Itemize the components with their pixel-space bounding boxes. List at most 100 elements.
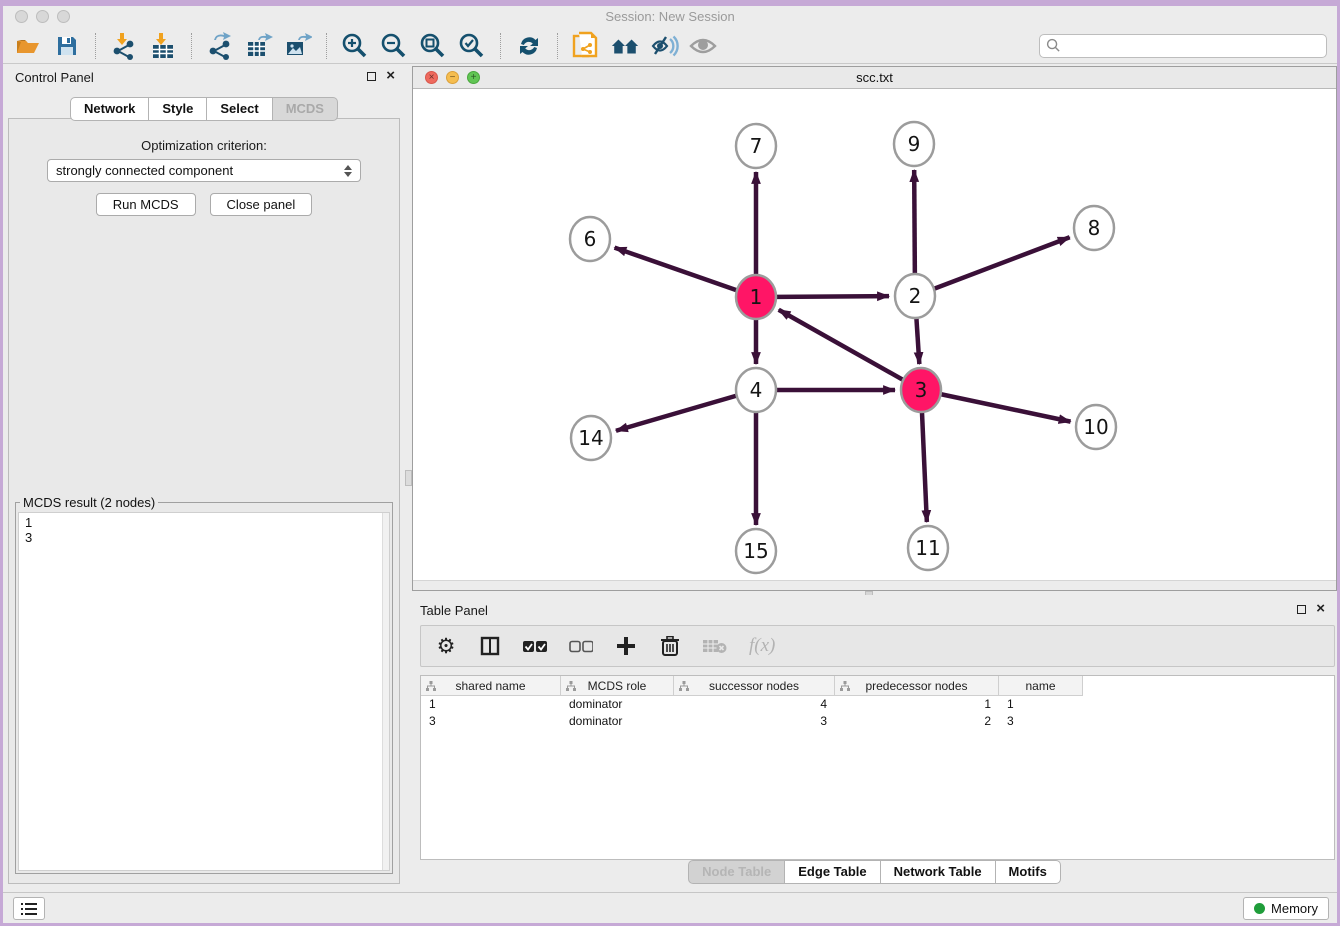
hide-selected-icon[interactable] <box>649 31 679 61</box>
table-cell[interactable]: 4 <box>674 696 835 713</box>
table-panel-controls: × <box>1297 603 1325 615</box>
table-cell[interactable]: 3 <box>674 713 835 730</box>
mcds-result-title: MCDS result (2 nodes) <box>20 495 158 510</box>
svg-text:11: 11 <box>915 536 940 560</box>
splitter-grip[interactable] <box>405 470 412 486</box>
table-cell[interactable]: dominator <box>561 713 674 730</box>
vertical-splitter[interactable] <box>405 64 412 886</box>
column-header-predecessor-nodes[interactable]: predecessor nodes <box>835 676 999 696</box>
tab-mcds[interactable]: MCDS <box>273 97 338 121</box>
svg-text:14: 14 <box>578 426 603 450</box>
import-table-icon[interactable] <box>148 31 178 61</box>
deselect-all-icon[interactable] <box>569 634 593 658</box>
zoom-out-icon[interactable] <box>379 31 409 61</box>
column-header-name[interactable]: name <box>999 676 1083 696</box>
zoom-fit-icon[interactable] <box>418 31 448 61</box>
open-session-icon[interactable] <box>13 31 43 61</box>
node-6[interactable]: 6 <box>570 217 610 261</box>
table-cell[interactable]: dominator <box>561 696 674 713</box>
node-2[interactable]: 2 <box>895 274 935 318</box>
delete-column-icon <box>703 634 727 658</box>
mcds-buttons: Run MCDS Close panel <box>9 193 399 216</box>
delete-row-icon[interactable] <box>659 634 681 658</box>
show-all-icon <box>688 31 718 61</box>
node-3[interactable]: 3 <box>901 368 941 412</box>
zoom-in-icon[interactable] <box>340 31 370 61</box>
node-10[interactable]: 10 <box>1076 405 1116 449</box>
export-table-icon[interactable] <box>244 31 274 61</box>
function-builder-icon: f(x) <box>749 634 775 658</box>
column-header-MCDS-role[interactable]: MCDS role <box>561 676 674 696</box>
zoom-selected-icon[interactable] <box>457 31 487 61</box>
table-row[interactable]: 1dominator411 <box>421 696 1334 713</box>
table-cell[interactable]: 3 <box>421 713 561 730</box>
import-network-icon[interactable] <box>109 31 139 61</box>
edge-3-1[interactable] <box>779 310 921 390</box>
optimization-criterion-label: Optimization criterion: <box>9 138 399 153</box>
tab-motifs[interactable]: Motifs <box>996 860 1061 884</box>
tab-network-table[interactable]: Network Table <box>881 860 996 884</box>
task-history-button[interactable] <box>13 897 45 920</box>
edge-1-6[interactable] <box>615 248 756 297</box>
result-scrollbar[interactable] <box>382 513 389 870</box>
node-1[interactable]: 1 <box>736 275 776 319</box>
node-9[interactable]: 9 <box>894 122 934 166</box>
node-table[interactable]: shared nameMCDS rolesuccessor nodesprede… <box>420 675 1335 860</box>
column-header-successor-nodes[interactable]: successor nodes <box>674 676 835 696</box>
refresh-layout-icon[interactable] <box>514 31 544 61</box>
control-panel-tabs: NetworkStyleSelectMCDS <box>3 97 405 121</box>
table-cell[interactable]: 1 <box>999 696 1083 713</box>
edge-2-8[interactable] <box>915 237 1070 296</box>
memory-button[interactable]: Memory <box>1243 897 1329 920</box>
column-header-shared-name[interactable]: shared name <box>421 676 561 696</box>
close-panel-button[interactable]: Close panel <box>210 193 313 216</box>
status-bar: Memory <box>3 892 1337 923</box>
cytoscape-window: Session: New Session <box>3 6 1337 923</box>
export-image-icon[interactable] <box>283 31 313 61</box>
network-view-window: × − + scc.txt 7968124314101511 <box>412 66 1337 591</box>
node-8[interactable]: 8 <box>1074 206 1114 250</box>
select-all-icon[interactable] <box>523 634 547 658</box>
edge-4-14[interactable] <box>616 390 756 431</box>
search-input[interactable] <box>1065 38 1320 53</box>
tab-network[interactable]: Network <box>70 97 149 121</box>
table-cell[interactable]: 1 <box>421 696 561 713</box>
run-mcds-button[interactable]: Run MCDS <box>96 193 196 216</box>
network-canvas[interactable]: 7 9 6 8 1 2 4 3 14 10 15 11 <box>413 89 1336 580</box>
settings-gear-icon[interactable]: ⚙ <box>435 634 457 658</box>
memory-label: Memory <box>1271 901 1318 916</box>
node-15[interactable]: 15 <box>736 529 776 573</box>
node-4[interactable]: 4 <box>736 368 776 412</box>
tab-node-table[interactable]: Node Table <box>688 860 785 884</box>
close-table-panel-icon[interactable]: × <box>1316 603 1325 615</box>
export-network-icon[interactable] <box>205 31 235 61</box>
table-cell[interactable]: 2 <box>835 713 999 730</box>
float-panel-icon[interactable] <box>367 72 376 81</box>
tab-style[interactable]: Style <box>149 97 207 121</box>
table-panel-tabs: Node TableEdge TableNetwork TableMotifs <box>412 860 1337 884</box>
node-11[interactable]: 11 <box>908 526 948 570</box>
tab-edge-table[interactable]: Edge Table <box>785 860 880 884</box>
show-column-panel-icon[interactable] <box>479 634 501 658</box>
svg-text:7: 7 <box>750 134 763 158</box>
node-7[interactable]: 7 <box>736 124 776 168</box>
memory-status-icon <box>1254 903 1265 914</box>
table-cell[interactable]: 3 <box>999 713 1083 730</box>
create-column-icon[interactable] <box>615 634 637 658</box>
float-table-panel-icon[interactable] <box>1297 605 1306 614</box>
table-cell[interactable]: 1 <box>835 696 999 713</box>
first-neighbors-icon[interactable] <box>610 31 640 61</box>
node-14[interactable]: 14 <box>571 416 611 460</box>
mcds-result-group: MCDS result (2 nodes) 1 3 <box>15 495 393 874</box>
close-panel-icon[interactable]: × <box>386 70 395 82</box>
table-row[interactable]: 3dominator323 <box>421 713 1334 730</box>
optimization-criterion-select[interactable]: strongly connected component <box>47 159 361 182</box>
svg-text:9: 9 <box>908 132 921 156</box>
new-network-from-selection-icon[interactable] <box>571 31 601 61</box>
task-list-icon <box>21 902 37 916</box>
edge-3-10[interactable] <box>921 390 1071 422</box>
search-box[interactable] <box>1039 34 1327 58</box>
tab-select[interactable]: Select <box>207 97 272 121</box>
svg-text:3: 3 <box>915 378 928 402</box>
save-session-icon[interactable] <box>52 31 82 61</box>
